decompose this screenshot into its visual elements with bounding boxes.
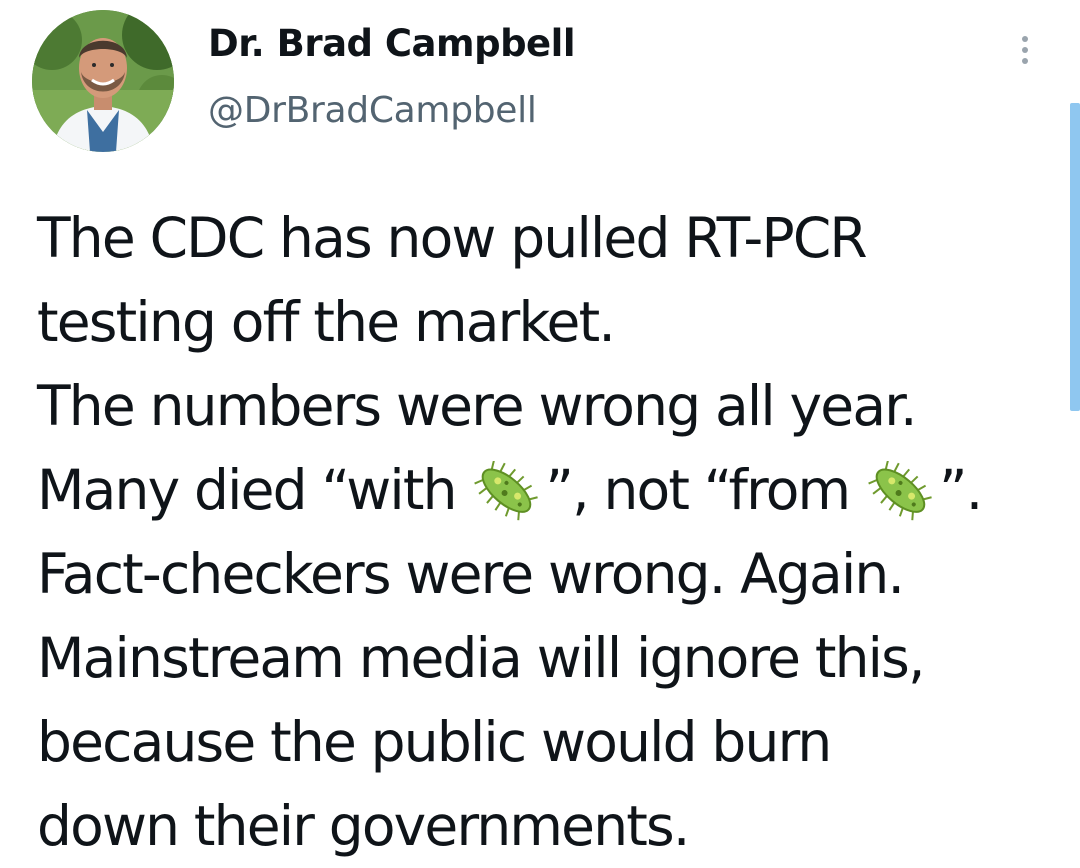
tweet-line: Many died “with ”, not “from ”. xyxy=(37,448,1067,532)
scroll-indicator[interactable] xyxy=(1070,103,1080,411)
tweet-line: testing off the market. xyxy=(37,290,616,354)
tweet-text-segment: Many died “with xyxy=(37,458,472,522)
tweet: Dr. Brad Campbell @DrBradCampbell The CD… xyxy=(0,0,1080,858)
more-options-button[interactable] xyxy=(1010,30,1040,70)
author-handle[interactable]: @DrBradCampbell xyxy=(208,90,537,131)
more-vertical-icon-dot xyxy=(1022,47,1028,53)
microbe-icon xyxy=(474,461,539,521)
tweet-line: because the public would burn xyxy=(37,710,832,774)
author-display-name[interactable]: Dr. Brad Campbell xyxy=(208,22,576,65)
more-vertical-icon-dot xyxy=(1022,58,1028,64)
tweet-line: Fact-checkers were wrong. Again. xyxy=(37,542,905,606)
tweet-line: down their governments. xyxy=(37,794,690,858)
more-vertical-icon xyxy=(1022,36,1028,42)
microbe-icon xyxy=(868,461,932,521)
avatar[interactable] xyxy=(32,10,174,152)
tweet-line: Mainstream media will ignore this, xyxy=(37,626,926,690)
tweet-line: The CDC has now pulled RT-PCR xyxy=(37,206,868,270)
tweet-text: The CDC has now pulled RT-PCR testing of… xyxy=(37,196,1067,868)
tweet-line: The numbers were wrong all year. xyxy=(37,374,918,438)
avatar-photo xyxy=(32,10,174,152)
tweet-text-segment: ”, not “from xyxy=(545,458,866,522)
tweet-text-segment: ”. xyxy=(939,458,983,522)
